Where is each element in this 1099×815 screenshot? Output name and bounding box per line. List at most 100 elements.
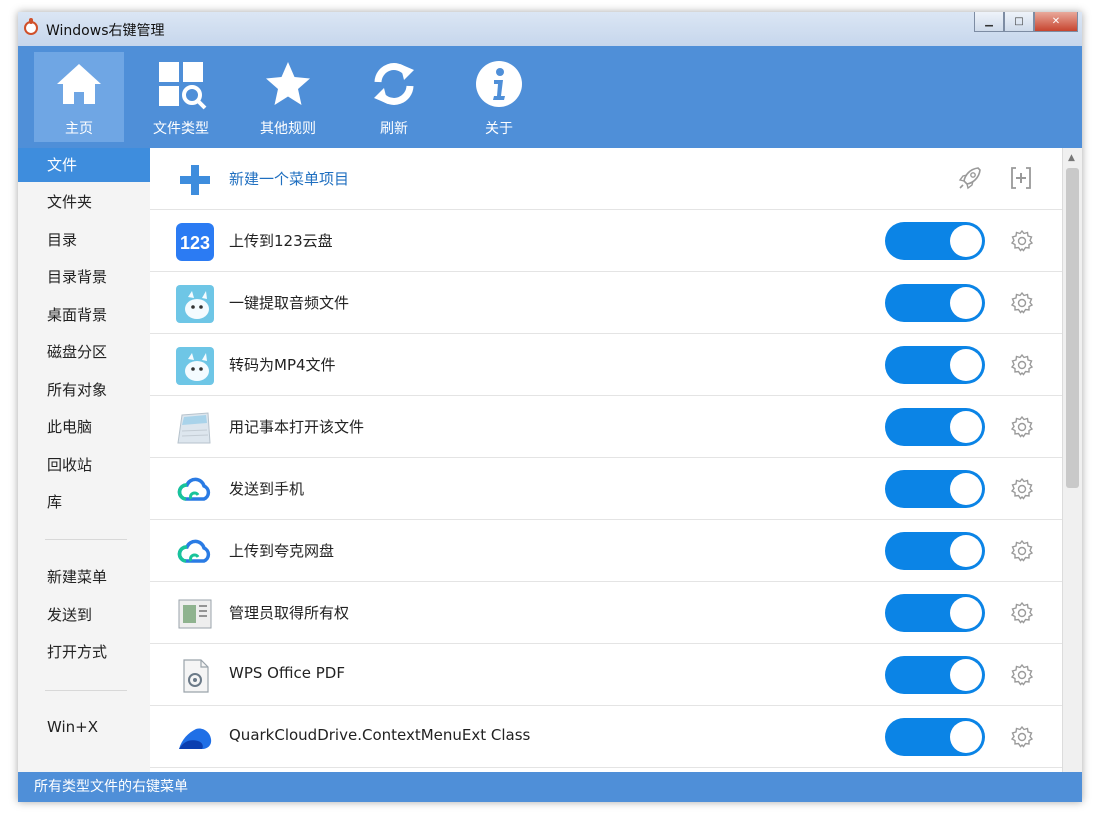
maximize-button[interactable]: □ [1004,12,1034,32]
sidebar-item-all-objects[interactable]: 所有对象 [18,373,150,407]
menu-item-label: 上传到123云盘 [229,232,333,250]
menu-item-label: 发送到手机 [229,480,305,498]
audio-extract-icon [176,285,214,323]
close-button[interactable]: ✕ [1034,12,1078,32]
sidebar-item-this-pc[interactable]: 此电脑 [18,410,150,444]
mp4-convert-icon [176,347,214,385]
sidebar-item-drive[interactable]: 磁盘分区 [18,335,150,369]
enable-toggle[interactable] [885,222,985,260]
sidebar-item-win-x[interactable]: Win+X [18,710,150,744]
enable-toggle[interactable] [885,284,985,322]
new-menu-item-label[interactable]: 新建一个菜单项目 [229,168,349,189]
toolbar-about-button[interactable]: 关于 [454,52,544,142]
sidebar-item-library[interactable]: 库 [18,485,150,519]
info-icon [476,61,522,107]
toolbar-file-types-button[interactable]: 文件类型 [136,52,226,142]
minimize-button[interactable]: ▁ [974,12,1004,32]
gear-icon[interactable] [1010,663,1034,687]
sidebar-item-recycle-bin[interactable]: 回收站 [18,448,150,482]
menu-item-row: 发送到手机 [150,458,1062,520]
sidebar: 文件 文件夹 目录 目录背景 桌面背景 磁盘分区 所有对象 此电脑 回收站 库 … [18,148,150,772]
cloud-icon [176,471,214,509]
menu-item-label: 管理员取得所有权 [229,604,350,622]
toggle-knob [950,721,982,753]
enable-toggle[interactable] [885,346,985,384]
enable-toggle[interactable] [885,408,985,446]
toolbar-file-types-label: 文件类型 [153,121,209,137]
quark-icon [176,719,214,757]
menu-item-label: WPS Office PDF [229,664,345,682]
scroll-up-arrow-icon[interactable]: ▲ [1068,153,1075,163]
sidebar-item-directory[interactable]: 目录 [18,223,150,257]
star-icon [266,62,310,105]
menu-item-label: QuarkCloudDrive.ContextMenuExt Class [229,726,531,744]
toggle-knob [950,659,982,691]
add-plus-icon [176,161,214,199]
status-bar: 所有类型文件的右键菜单 [18,772,1082,802]
new-menu-item-row[interactable]: 新建一个菜单项目 [150,148,1062,210]
menu-item-row: QuarkCloudDrive.ContextMenuExt Class [150,706,1062,768]
sidebar-item-folder[interactable]: 文件夹 [18,185,150,219]
gear-icon[interactable] [1010,291,1034,315]
enable-toggle[interactable] [885,470,985,508]
wps-pdf-icon [176,657,214,695]
gear-icon[interactable] [1010,477,1034,501]
main-toolbar: 主页 文件类型 其他规则 刷新 关于 [18,46,1082,148]
menu-item-row: 用记事本打开该文件 [150,396,1062,458]
home-icon [57,64,101,104]
menu-item-row: 一键提取音频文件 [150,272,1062,334]
vertical-scrollbar[interactable]: ▲ [1062,148,1082,772]
sidebar-item-file[interactable]: 文件 [18,148,150,182]
menu-item-row: WPS Office PDF [150,644,1062,706]
gear-icon[interactable] [1010,229,1034,253]
toolbar-about-label: 关于 [485,121,513,137]
enable-toggle[interactable] [885,656,985,694]
sidebar-item-send-to[interactable]: 发送到 [18,598,150,632]
enable-toggle[interactable] [885,532,985,570]
toggle-knob [950,287,982,319]
gear-icon[interactable] [1010,353,1034,377]
sidebar-item-open-with[interactable]: 打开方式 [18,635,150,669]
window-controls: ▁ □ ✕ [974,12,1078,34]
gear-icon[interactable] [1010,601,1034,625]
sidebar-item-desktop-background[interactable]: 桌面背景 [18,298,150,332]
status-text: 所有类型文件的右键菜单 [34,779,188,795]
window-title: Windows右键管理 [46,23,165,39]
admin-ownership-icon [176,595,214,633]
menu-item-list: 新建一个菜单项目 123 上传到123云盘 一键提取音频文件 转码为MP4文件 … [150,148,1062,772]
add-item-icon[interactable] [1007,164,1035,192]
enable-toggle[interactable] [885,594,985,632]
menu-item-row: 上传到夸克网盘 [150,520,1062,582]
toggle-knob [950,411,982,443]
gear-icon[interactable] [1010,725,1034,749]
refresh-icon [374,63,414,105]
app-logo-icon [24,18,38,35]
menu-item-label: 上传到夸克网盘 [229,542,335,560]
menu-item-row: 管理员取得所有权 [150,582,1062,644]
123pan-icon: 123 [176,223,214,261]
toolbar-home-button[interactable]: 主页 [34,52,124,142]
toggle-knob [950,349,982,381]
file-types-icon [159,62,207,110]
title-bar: Windows右键管理 ▁ □ ✕ [18,12,1082,46]
menu-item-row: 转码为MP4文件 [150,334,1062,396]
menu-item-label: 一键提取音频文件 [229,294,350,312]
svg-text:123: 123 [180,233,210,253]
toggle-knob [950,225,982,257]
scrollbar-thumb[interactable] [1066,168,1079,488]
toolbar-refresh-button[interactable]: 刷新 [349,52,439,142]
toolbar-refresh-label: 刷新 [380,121,408,137]
toggle-knob [950,597,982,629]
toolbar-home-label: 主页 [65,121,93,137]
gear-icon[interactable] [1010,415,1034,439]
sidebar-divider [45,539,127,540]
rocket-icon[interactable] [956,164,984,192]
app-window: Windows右键管理 ▁ □ ✕ 主页 文件类型 其他规则 刷新 关于 文件 … [18,12,1082,802]
sidebar-item-directory-background[interactable]: 目录背景 [18,260,150,294]
toolbar-other-rules-button[interactable]: 其他规则 [243,52,333,142]
sidebar-item-new-menu[interactable]: 新建菜单 [18,560,150,594]
gear-icon[interactable] [1010,539,1034,563]
enable-toggle[interactable] [885,718,985,756]
menu-item-label: 转码为MP4文件 [229,356,336,374]
notepad-icon [176,409,214,447]
